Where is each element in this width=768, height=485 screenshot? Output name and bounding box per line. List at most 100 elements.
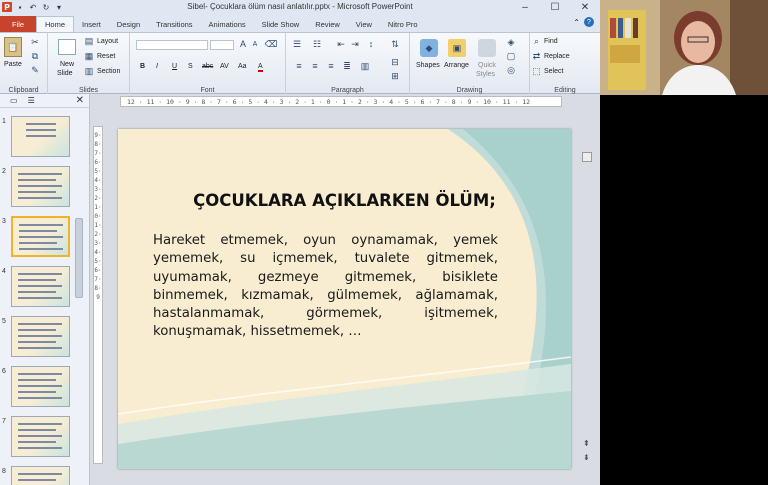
arrange-icon[interactable]: ▣ <box>448 39 466 57</box>
columns-icon[interactable]: ▥ <box>360 61 370 71</box>
quick-styles-button-2[interactable]: Styles <box>476 71 495 78</box>
maximize-button[interactable]: ☐ <box>540 0 570 14</box>
slide-thumbnail[interactable] <box>11 266 70 307</box>
paste-icon[interactable]: 📋 <box>4 37 22 57</box>
tab-insert[interactable]: Insert <box>74 16 109 32</box>
thumbnail-line <box>18 341 56 343</box>
thumbnail-line <box>19 248 63 250</box>
tab-animations[interactable]: Animations <box>201 16 254 32</box>
justify-icon[interactable]: ≣ <box>342 61 352 71</box>
slides-group: New Slide ▤ Layout ▦ Reset ▥ Section Sli… <box>48 33 130 95</box>
slide-thumbnail[interactable] <box>11 416 70 457</box>
slide-thumbnail[interactable] <box>11 366 70 407</box>
line-spacing-icon[interactable]: ↕ <box>366 39 376 49</box>
new-slide-icon[interactable] <box>58 39 76 55</box>
tab-slide-show[interactable]: Slide Show <box>254 16 308 32</box>
align-left-icon[interactable]: ≡ <box>294 61 304 71</box>
help-icon[interactable]: ? <box>584 17 594 27</box>
layout-button[interactable]: Layout <box>97 38 118 45</box>
font-name-field[interactable] <box>136 40 208 50</box>
paste-button[interactable]: Paste <box>4 61 22 68</box>
slide-thumbnail[interactable] <box>11 466 70 485</box>
text-direction-icon[interactable]: ⇅ <box>390 39 400 49</box>
panel-close-icon[interactable]: ✕ <box>76 95 84 106</box>
strikethrough-button[interactable]: abc <box>202 63 213 70</box>
font-size-field[interactable] <box>210 40 234 50</box>
char-spacing-button[interactable]: AV <box>220 63 229 70</box>
minimize-button[interactable]: – <box>510 0 540 14</box>
thumbnail-line <box>26 129 56 131</box>
next-slide-icon[interactable]: ⇟ <box>583 453 590 462</box>
layout-icon[interactable]: ▤ <box>85 36 94 46</box>
prev-slide-icon[interactable]: ⇞ <box>583 439 590 448</box>
grow-font-icon[interactable]: A <box>238 39 248 49</box>
section-button[interactable]: Section <box>97 68 120 75</box>
increase-indent-icon[interactable]: ⇥ <box>350 39 360 49</box>
select-icon[interactable]: ⬚ <box>532 66 541 76</box>
outline-tab-icon[interactable]: ☰ <box>28 96 35 105</box>
close-button[interactable]: ✕ <box>570 0 600 14</box>
shape-fill-icon[interactable]: ◈ <box>506 37 516 47</box>
panel-scroll-thumb[interactable] <box>75 218 83 298</box>
align-right-icon[interactable]: ≡ <box>326 61 336 71</box>
section-icon[interactable]: ▥ <box>85 66 94 76</box>
decrease-indent-icon[interactable]: ⇤ <box>336 39 346 49</box>
underline-button[interactable]: U <box>172 63 177 70</box>
slide-thumbnail[interactable] <box>11 316 70 357</box>
slide-body-text[interactable]: Hareket etmemek, oyun oynamamak, yemek y… <box>153 232 498 342</box>
thumbnail-line <box>18 479 56 481</box>
numbering-icon[interactable]: ☷ <box>312 39 322 49</box>
align-center-icon[interactable]: ≡ <box>310 61 320 71</box>
tab-home[interactable]: Home <box>36 16 75 32</box>
replace-button[interactable]: Replace <box>544 53 570 60</box>
slide-title[interactable]: ÇOCUKLARA AÇIKLARKEN ÖLÜM; <box>128 191 561 210</box>
thumbnail-line <box>18 291 56 293</box>
quick-styles-icon[interactable] <box>478 39 496 57</box>
align-text-icon[interactable]: ⊟ <box>390 57 400 67</box>
tab-view[interactable]: View <box>348 16 380 32</box>
thumbnail-line <box>18 297 62 299</box>
bullets-icon[interactable]: ☰ <box>292 39 302 49</box>
new-slide-label[interactable]: New <box>60 61 74 68</box>
cut-icon[interactable]: ✂ <box>30 37 40 47</box>
slides-tab-icon[interactable]: ▭ <box>10 96 18 105</box>
new-slide-label-2[interactable]: Slide <box>57 70 73 77</box>
shape-outline-icon[interactable]: ▢ <box>506 51 516 61</box>
tab-file[interactable]: File <box>0 16 36 32</box>
reset-icon[interactable]: ▦ <box>85 51 94 61</box>
italic-button[interactable]: I <box>156 63 158 70</box>
slide-canvas[interactable]: ÇOCUKLARA AÇIKLARKEN ÖLÜM; Hareket etmem… <box>118 129 571 469</box>
clear-format-icon[interactable]: ⌫ <box>265 39 278 49</box>
panel-scrollbar[interactable] <box>75 204 83 464</box>
shapes-icon[interactable]: ◆ <box>420 39 438 57</box>
quick-styles-button[interactable]: Quick <box>478 62 496 69</box>
format-painter-icon[interactable]: ✎ <box>30 65 40 75</box>
replace-icon[interactable]: ⇄ <box>532 51 541 61</box>
shadow-button[interactable]: S <box>188 63 193 70</box>
slide-thumbnail[interactable] <box>11 166 70 207</box>
editor-scrollbar[interactable]: ⇞ ⇟ <box>582 148 594 468</box>
scroll-thumb[interactable] <box>582 152 592 162</box>
arrange-button[interactable]: Arrange <box>444 62 469 69</box>
change-case-button[interactable]: Aa <box>238 63 247 70</box>
tab-nitro-pro[interactable]: Nitro Pro <box>380 16 426 32</box>
smartart-icon[interactable]: ⊞ <box>390 71 400 81</box>
copy-icon[interactable]: ⧉ <box>30 51 40 61</box>
reset-button[interactable]: Reset <box>97 53 115 60</box>
tab-review[interactable]: Review <box>307 16 348 32</box>
minimize-ribbon-icon[interactable]: ⌃ <box>573 18 580 27</box>
shape-effects-icon[interactable]: ◎ <box>506 65 516 75</box>
paragraph-label: Paragraph <box>331 87 364 94</box>
find-button[interactable]: Find <box>544 38 558 45</box>
select-button[interactable]: Select <box>544 68 563 75</box>
shrink-font-icon[interactable]: A <box>250 39 260 49</box>
tab-transitions[interactable]: Transitions <box>148 16 200 32</box>
shapes-button[interactable]: Shapes <box>416 62 440 69</box>
bold-button[interactable]: B <box>140 63 145 70</box>
font-color-button[interactable]: A <box>258 63 263 72</box>
font-group: A A ⌫ B I U S abc AV Aa A Font <box>130 33 286 95</box>
slide-thumbnail[interactable] <box>11 116 70 157</box>
find-icon[interactable]: ⌕ <box>532 36 541 46</box>
slide-thumbnail[interactable] <box>11 216 70 257</box>
tab-design[interactable]: Design <box>109 16 148 32</box>
